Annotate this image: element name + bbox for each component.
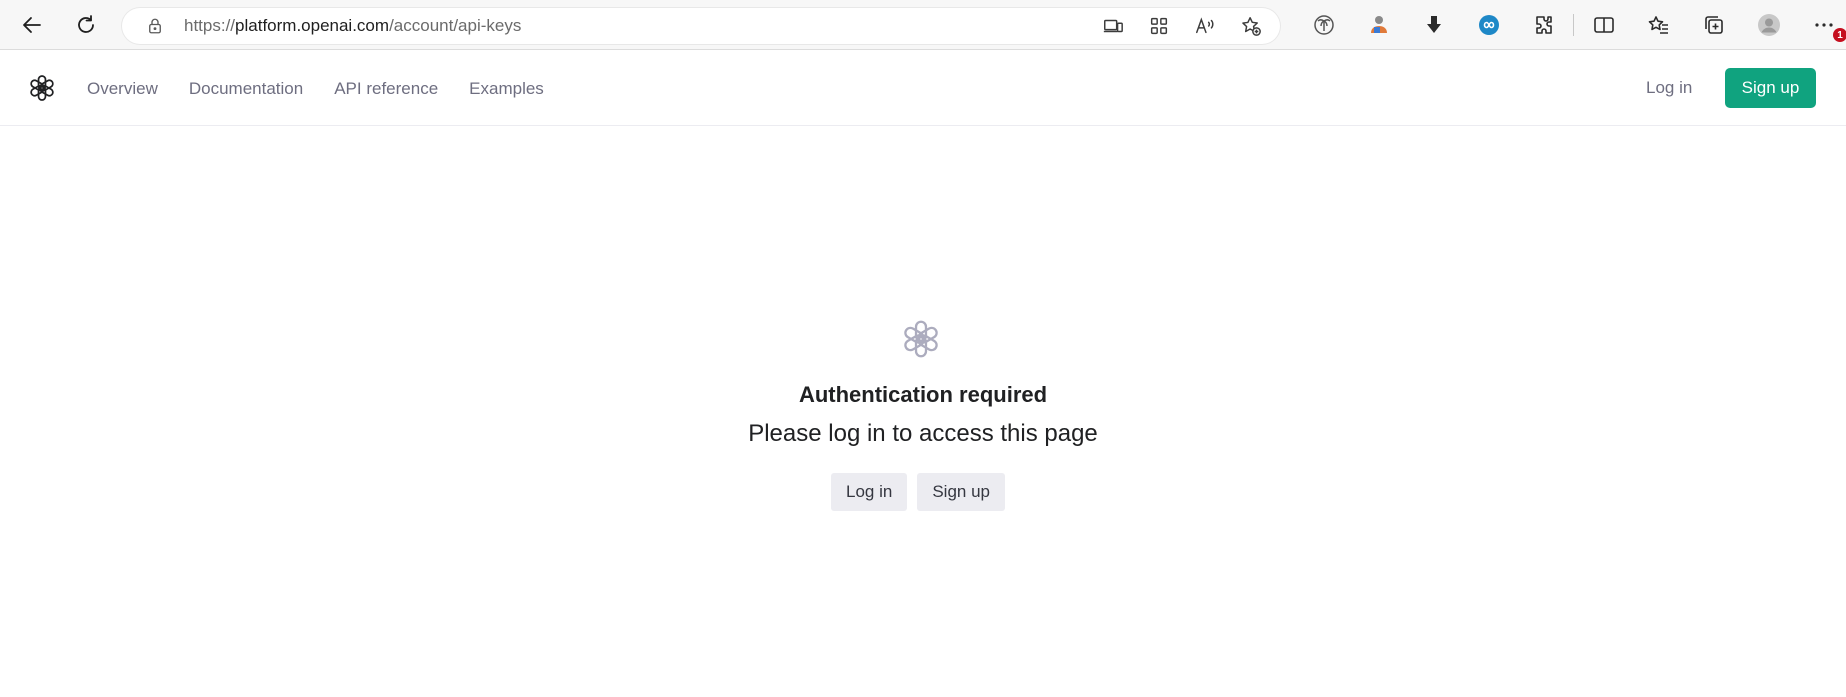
favorites-list-icon	[1648, 16, 1668, 34]
auth-actions: Log in Sign up	[831, 473, 1005, 511]
reload-button[interactable]	[66, 5, 106, 45]
person-extension-icon	[1370, 16, 1387, 33]
header-signup-button[interactable]: Sign up	[1725, 68, 1816, 108]
browser-toolbar: https://platform.openai.com/account/api-…	[0, 0, 1846, 50]
openai-logo-icon[interactable]	[26, 72, 58, 104]
extensions-button[interactable]	[1516, 6, 1571, 44]
collections-button[interactable]	[1686, 6, 1741, 44]
nav-api-reference[interactable]: API reference	[334, 79, 438, 99]
palm-tree-icon	[1313, 15, 1334, 35]
openai-logo-icon	[904, 320, 938, 358]
main-nav: Overview Documentation API reference Exa…	[87, 51, 544, 126]
reload-icon	[78, 15, 94, 33]
url-text[interactable]: https://platform.openai.com/account/api-…	[184, 16, 521, 36]
signup-button[interactable]: Sign up	[917, 473, 1005, 511]
auth-required-panel: Authentication required Please log in to…	[0, 126, 1846, 697]
arrow-left-icon	[23, 17, 41, 33]
app-available-button[interactable]	[1094, 12, 1132, 40]
back-button[interactable]	[12, 5, 52, 45]
extension-download-button[interactable]	[1406, 6, 1461, 44]
nav-overview[interactable]: Overview	[87, 79, 158, 99]
toolbar-divider	[1573, 14, 1574, 36]
lock-icon[interactable]	[146, 17, 164, 35]
url-path: /account/api-keys	[389, 16, 522, 35]
more-dots-icon	[1814, 23, 1833, 27]
auth-title: Authentication required	[798, 382, 1048, 407]
nav-documentation[interactable]: Documentation	[189, 79, 303, 99]
nav-examples[interactable]: Examples	[469, 79, 544, 99]
auth-subtitle: Please log in to access this page	[748, 420, 1098, 447]
split-screen-button[interactable]	[1576, 6, 1631, 44]
infinity-icon	[1478, 15, 1499, 35]
favorites-button[interactable]	[1631, 6, 1686, 44]
site-header: Overview Documentation API reference Exa…	[0, 51, 1846, 126]
extension-palm-button[interactable]	[1296, 6, 1351, 44]
settings-more-button[interactable]: 1	[1796, 6, 1846, 44]
login-button[interactable]: Log in	[831, 473, 908, 511]
split-screen-icon	[1593, 17, 1614, 33]
extension-person-button[interactable]	[1351, 6, 1406, 44]
download-arrow-icon	[1426, 16, 1441, 33]
profile-button[interactable]	[1741, 6, 1796, 44]
puzzle-piece-icon	[1535, 16, 1552, 34]
url-host: platform.openai.com	[235, 16, 390, 35]
app-install-icon	[1103, 19, 1123, 33]
read-aloud-button[interactable]	[1186, 12, 1224, 40]
header-login-button[interactable]: Log in	[1630, 68, 1708, 108]
url-scheme: https://	[184, 16, 236, 35]
address-bar[interactable]: https://platform.openai.com/account/api-…	[122, 8, 1280, 44]
avatar-icon	[1757, 14, 1780, 36]
collections-icon	[1704, 16, 1723, 34]
star-add-icon	[1242, 17, 1261, 36]
extension-infinity-button[interactable]	[1461, 6, 1516, 44]
qr-grid-icon	[1150, 17, 1168, 35]
add-favorite-button[interactable]	[1232, 12, 1270, 40]
qr-code-button[interactable]	[1140, 12, 1178, 40]
read-aloud-icon	[1196, 17, 1214, 34]
notification-badge: 1	[1833, 28, 1846, 42]
